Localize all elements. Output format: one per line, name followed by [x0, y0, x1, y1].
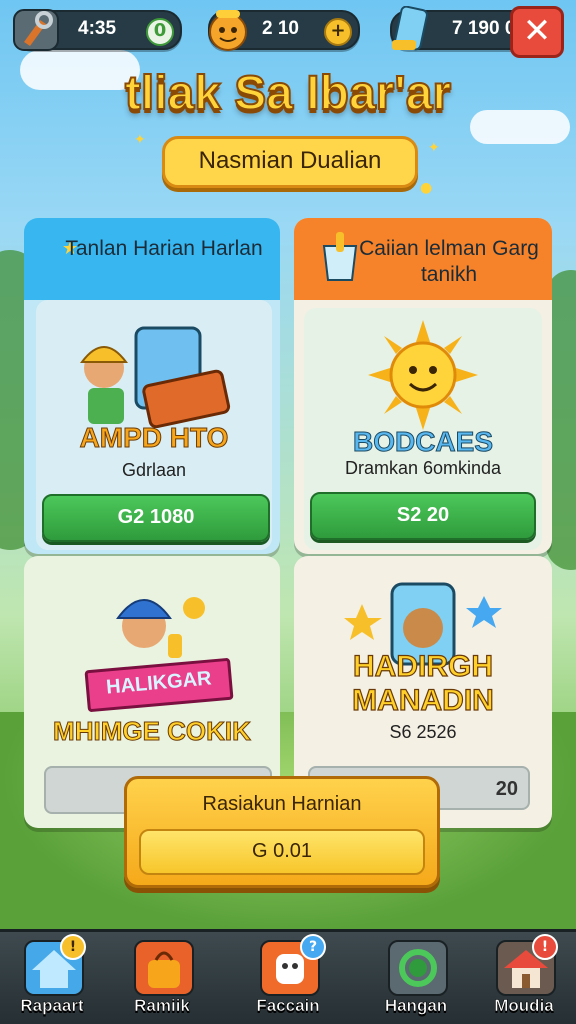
nav-item-faccain[interactable]: ? Faccain — [240, 934, 336, 1022]
nav-item-moudia[interactable]: ! Moudia — [476, 934, 572, 1022]
popup-claim-button[interactable]: G 0.01 — [139, 829, 425, 875]
sparkle-icon: ✦ — [134, 132, 146, 148]
sparkle-icon: ● — [420, 180, 433, 196]
nav-badge-rapaart: ! — [60, 934, 86, 960]
card-3-name2: MHIMGE COKIK — [53, 716, 252, 747]
card-1-name: AMPD HTO — [79, 422, 229, 454]
nav-badge-faccain: ? — [300, 934, 326, 960]
phone-value: 7 190 0 — [452, 18, 516, 39]
popup-title: Rasiakun Harnian — [202, 793, 362, 815]
bag-icon — [134, 940, 194, 996]
bottom-nav: ! Rapaart Ramiik ? Faccain Hangan ! Moud… — [0, 929, 576, 1024]
coins-counter: 2 10 + — [208, 10, 360, 51]
phone-counter: 7 190 0 — [390, 5, 530, 51]
coins-plus-button[interactable]: + — [324, 18, 352, 46]
nav-label-rapaart: Rapaart — [20, 996, 84, 1016]
worker-tablet-illustration — [80, 326, 231, 428]
close-button[interactable]: ✕ — [510, 6, 564, 58]
card-4-name: HADIRGH MANADIN — [352, 649, 495, 717]
card-2-name: BODCAES — [352, 426, 493, 458]
right-panel: Caiian lelman Garg tanikh BODCAES Dramka… — [294, 218, 552, 554]
card-1-desc: Gdrlaan — [121, 460, 187, 480]
mascot-icon — [204, 6, 256, 54]
ring-icon — [388, 940, 448, 996]
sun-icon — [368, 320, 478, 430]
reward-popup: Rasiakun Harnian G 0.01 — [124, 776, 440, 888]
sparkle-icon: ✦ — [428, 140, 440, 156]
card-4-desc: S6 2526 — [389, 722, 457, 742]
left-panel-title: Tanlan Harian Harlan — [65, 237, 263, 260]
nav-badge-moudia: ! — [532, 934, 558, 960]
left-panel: ★ Tanlan Harian Harlan AMPD HTO Gdrlaan … — [24, 218, 280, 554]
tools-plus-button[interactable]: 0 — [146, 18, 174, 46]
tools-value: 4:35 — [78, 18, 117, 39]
nav-label-faccain: Faccain — [256, 996, 320, 1016]
card-2-button[interactable]: S2 20 — [310, 492, 536, 540]
page-title: tliak Sa Ibar'ar — [124, 66, 452, 121]
nav-label-moudia: Moudia — [494, 996, 554, 1016]
player-illustration — [116, 597, 205, 658]
coins-value: 2 10 — [262, 18, 299, 39]
right-panel-title: Caiian lelman Garg tanikh — [359, 237, 539, 286]
tools-counter: 4:35 0 — [13, 9, 182, 51]
phone-icon — [386, 5, 438, 54]
nav-item-rapaart[interactable]: ! Rapaart — [4, 934, 100, 1022]
wrench-icon — [10, 6, 62, 54]
card-1[interactable]: AMPD HTO Gdrlaan G2 1080 — [36, 300, 272, 550]
nav-item-ramiik[interactable]: Ramiik — [114, 938, 210, 1022]
nav-label-hangan: Hangan — [384, 996, 448, 1016]
nav-item-hangan[interactable]: Hangan — [368, 938, 464, 1022]
card-2-desc: Dramkan 6omkinda — [344, 458, 502, 478]
card-1-button[interactable]: G2 1080 — [42, 494, 270, 542]
subtitle-banner: Nasmian Dualian — [162, 136, 418, 188]
card-2[interactable]: BODCAES Dramkan 6omkinda S2 20 — [304, 308, 542, 550]
nav-label-ramiik: Ramiik — [134, 996, 190, 1016]
